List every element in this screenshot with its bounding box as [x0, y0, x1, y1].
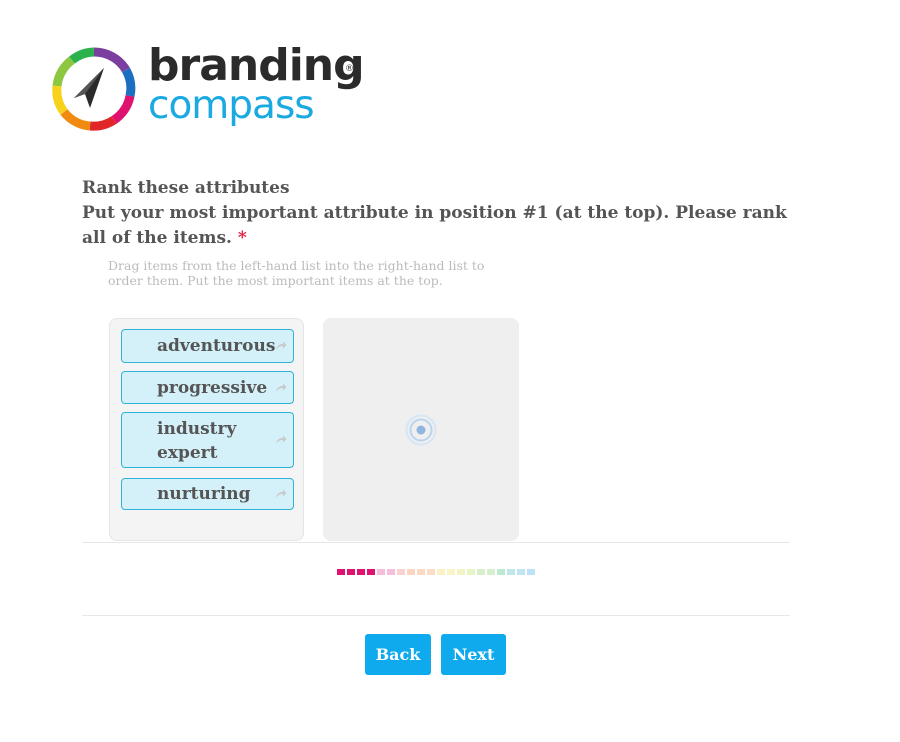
question-subtitle-text: Put your most important attribute in pos…	[82, 203, 787, 248]
progress-segment	[417, 569, 425, 575]
progress-segment	[527, 569, 535, 575]
brand-name-line1: branding	[148, 40, 365, 91]
rank-item-label: adventurous	[157, 336, 276, 356]
question-title: Rank these attributes	[82, 178, 290, 198]
progress-segment	[407, 569, 415, 575]
progress-segment	[507, 569, 515, 575]
loading-spinner-icon	[405, 414, 437, 446]
progress-segment	[387, 569, 395, 575]
brand-name-line2: compass	[148, 83, 315, 128]
progress-bar	[337, 569, 537, 575]
rank-item-label: nurturing	[157, 484, 251, 504]
rank-item[interactable]: progressive	[121, 371, 294, 404]
question-header: Rank these attributes Put your most impo…	[82, 176, 792, 251]
rank-item-label: progressive	[157, 378, 268, 398]
brand-registered-mark: ®	[345, 64, 354, 74]
progress-segment	[457, 569, 465, 575]
progress-segment	[467, 569, 475, 575]
required-mark: *	[237, 228, 247, 248]
divider	[82, 542, 790, 543]
rank-item[interactable]: nurturing	[121, 478, 294, 510]
question-subtitle: Put your most important attribute in pos…	[82, 201, 792, 251]
progress-segment	[487, 569, 495, 575]
progress-segment	[477, 569, 485, 575]
progress-segment	[357, 569, 365, 575]
progress-segment	[397, 569, 405, 575]
back-button[interactable]: Back	[365, 634, 431, 675]
help-text: Drag items from the left-hand list into …	[108, 258, 485, 288]
brand-logo: branding ® compass	[52, 40, 372, 136]
progress-segment	[437, 569, 445, 575]
progress-segment	[497, 569, 505, 575]
progress-segment	[337, 569, 345, 575]
progress-segment	[447, 569, 455, 575]
progress-segment	[427, 569, 435, 575]
available-items-list[interactable]: adventurous progressive industry expert …	[109, 318, 304, 541]
progress-segment	[517, 569, 525, 575]
share-arrow-icon	[276, 489, 287, 498]
rank-item[interactable]: industry expert	[121, 412, 294, 468]
progress-segment	[367, 569, 375, 575]
progress-segment	[347, 569, 355, 575]
share-arrow-icon	[276, 383, 287, 392]
rank-item[interactable]: adventurous	[121, 329, 294, 363]
divider	[82, 615, 790, 616]
compass-logo-icon	[52, 47, 136, 131]
next-button[interactable]: Next	[441, 634, 506, 675]
progress-segment	[377, 569, 385, 575]
rank-item-label: industry expert	[157, 419, 237, 463]
share-arrow-icon	[276, 341, 287, 350]
share-arrow-icon	[276, 435, 287, 444]
